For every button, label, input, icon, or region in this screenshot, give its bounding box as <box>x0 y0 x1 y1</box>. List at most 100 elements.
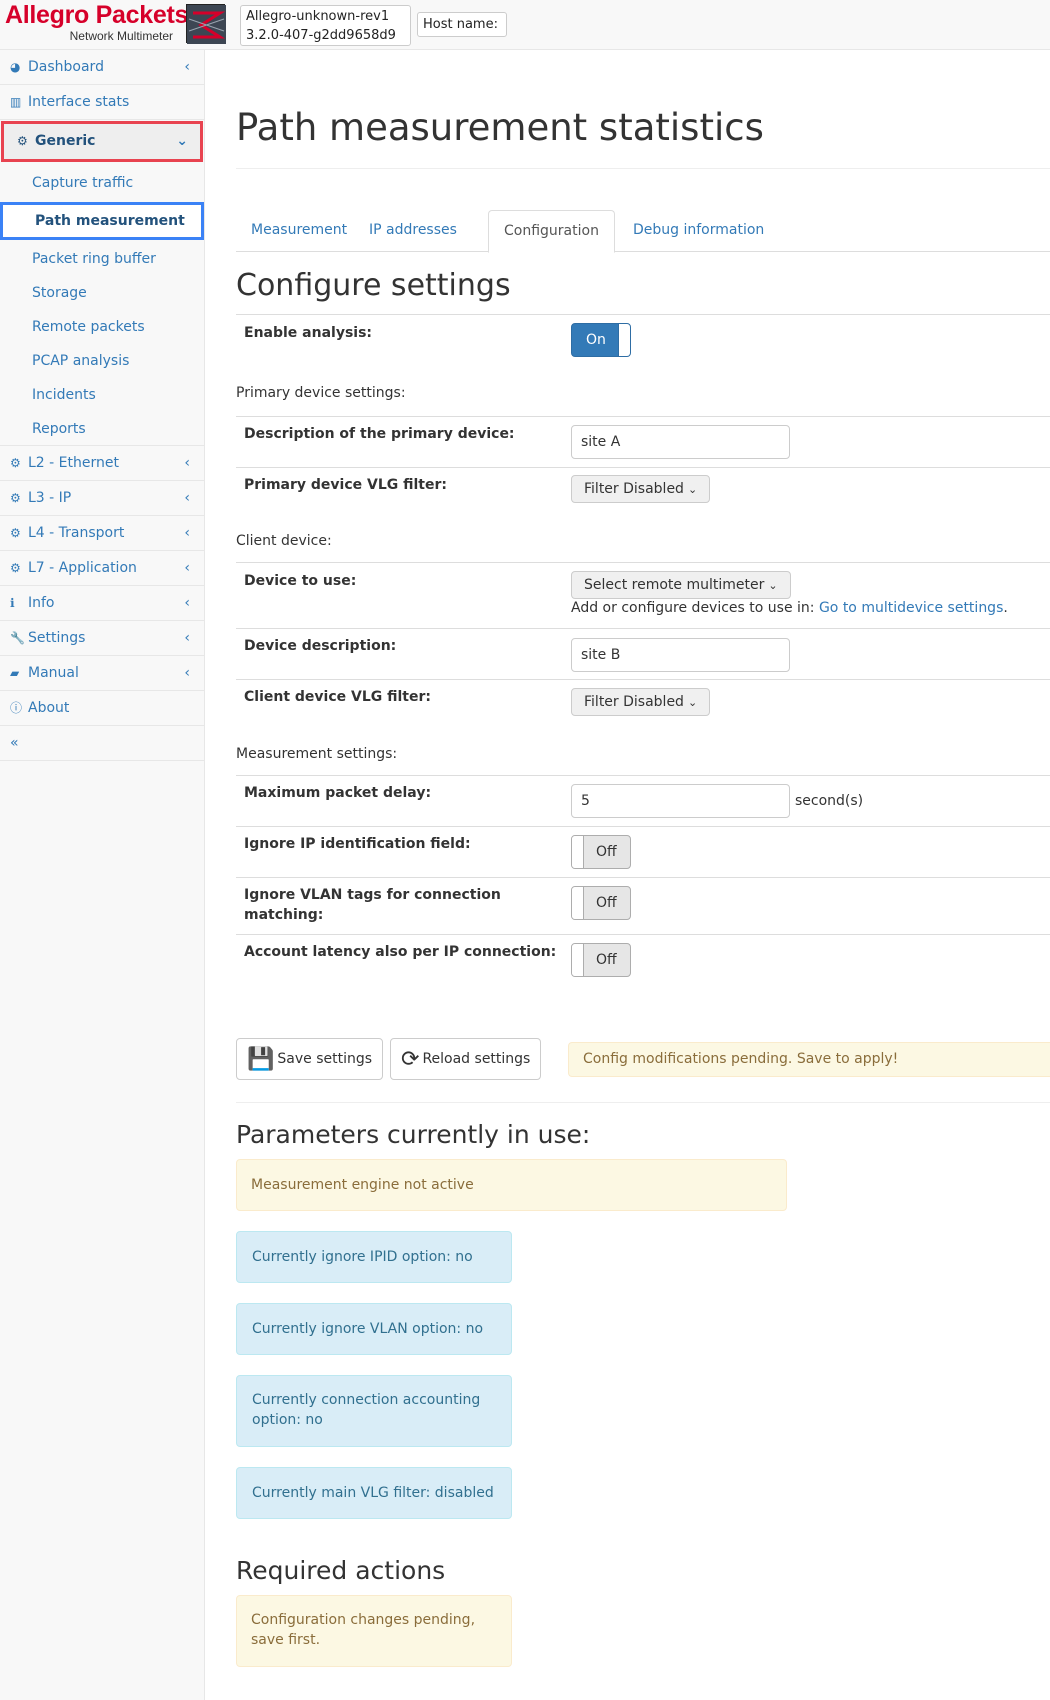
tab-measurement[interactable]: Measurement <box>236 210 362 252</box>
sidebar-subitem-incidents[interactable]: Incidents <box>0 378 204 412</box>
sidebar-item-label: L2 - Ethernet <box>28 455 119 471</box>
divider <box>236 679 1050 680</box>
sidebar-collapse-button[interactable]: « <box>0 726 204 761</box>
sidebar-item-label: L4 - Transport <box>28 525 125 541</box>
help-text: Add or configure devices to use in: <box>571 600 819 616</box>
sidebar-item-label: Generic <box>35 133 96 149</box>
remote-multimeter-dropdown[interactable]: Select remote multimeter ⌄ <box>571 571 791 599</box>
chevron-left-icon: ‹ <box>184 525 190 541</box>
gear-icon: ⚙ <box>10 526 21 540</box>
sidebar-item-label: Dashboard <box>28 59 104 75</box>
sidebar-item-l7-application[interactable]: ⚙ L7 - Application ‹ <box>0 551 204 586</box>
tab-configuration[interactable]: Configuration <box>488 210 615 253</box>
primary-desc-label: Description of the primary device: <box>244 426 515 442</box>
sidebar-subitem-remote-packets[interactable]: Remote packets <box>0 310 204 344</box>
divider <box>236 168 1050 169</box>
client-vlg-label: Client device VLG filter: <box>244 689 431 705</box>
toggle-state: Off <box>596 844 617 860</box>
required-actions-heading: Required actions <box>236 1556 446 1585</box>
gear-icon: ⚙ <box>10 456 21 470</box>
sidebar-subitem-capture-traffic[interactable]: Capture traffic <box>0 166 204 200</box>
client-vlg-filter-dropdown[interactable]: Filter Disabled ⌄ <box>571 688 711 716</box>
chevron-left-icon: ‹ <box>184 595 190 611</box>
floppy-disk-icon: 💾 <box>247 1047 275 1072</box>
vlg-filter-info: Currently main VLG filter: disabled <box>236 1467 512 1519</box>
chevron-down-icon: ⌄ <box>687 696 698 709</box>
toggle-knob <box>572 836 584 868</box>
divider <box>236 826 1050 827</box>
account-latency-label: Account latency also per IP connection: <box>244 944 557 960</box>
divider <box>236 416 1050 417</box>
ignore-ipid-label: Ignore IP identification field: <box>244 836 471 852</box>
sidebar-item-dashboard[interactable]: ◕ Dashboard ‹ <box>0 50 204 85</box>
book-icon: ▰ <box>10 666 20 680</box>
device-info: Allegro-unknown-rev1 3.2.0-407-g2dd9658d… <box>240 5 411 46</box>
device-to-use-label: Device to use: <box>244 573 357 589</box>
save-settings-button[interactable]: 💾 Save settings <box>236 1038 384 1080</box>
chevron-left-icon: ‹ <box>184 59 190 75</box>
sidebar-subitem-packet-ring-buffer[interactable]: Packet ring buffer <box>0 242 204 276</box>
divider <box>236 314 1050 315</box>
toggle-state: Off <box>596 895 617 911</box>
button-label: Reload settings <box>422 1051 531 1067</box>
device-help-text: Add or configure devices to use in: Go t… <box>571 600 1008 616</box>
vlan-option-info: Currently ignore VLAN option: no <box>236 1303 512 1355</box>
bar-chart-icon: ▥ <box>10 95 22 109</box>
device-description-input[interactable]: site B <box>571 638 790 672</box>
brand-subtitle: Network Multimeter <box>69 29 173 43</box>
divider <box>236 628 1050 629</box>
sidebar-item-info[interactable]: ℹ Info ‹ <box>0 586 204 621</box>
divider <box>236 877 1050 878</box>
tab-debug-information[interactable]: Debug information <box>618 210 779 252</box>
required-action-alert: Configuration changes pending, save firs… <box>236 1595 512 1667</box>
sidebar-subitem-pcap-analysis[interactable]: PCAP analysis <box>0 344 204 378</box>
sidebar-item-manual[interactable]: ▰ Manual ‹ <box>0 656 204 691</box>
sidebar-item-l3-ip[interactable]: ⚙ L3 - IP ‹ <box>0 481 204 516</box>
dropdown-value: Select remote multimeter <box>584 577 765 593</box>
ignore-vlan-label: Ignore VLAN tags for connection matching… <box>244 887 501 923</box>
divider <box>236 934 1050 935</box>
device-logo-icon <box>186 4 226 44</box>
dashboard-icon: ◕ <box>10 60 21 74</box>
refresh-icon: ⟳ <box>401 1047 420 1072</box>
primary-vlg-label: Primary device VLG filter: <box>244 477 447 493</box>
primary-vlg-filter-dropdown[interactable]: Filter Disabled ⌄ <box>571 475 711 503</box>
chevron-left-icon: ‹ <box>184 455 190 471</box>
max-packet-delay-input[interactable]: 5 <box>571 784 790 818</box>
toggle-knob <box>618 324 630 356</box>
sidebar-item-label: L3 - IP <box>28 490 72 506</box>
sidebar-item-interface-stats[interactable]: ▥ Interface stats <box>0 85 204 120</box>
sidebar-item-generic[interactable]: ⚙ Generic ⌄ <box>1 121 203 162</box>
button-label: Save settings <box>277 1051 373 1067</box>
sidebar: ◕ Dashboard ‹ ▥ Interface stats ⚙ Generic ⌄… <box>0 50 205 1700</box>
ignore-ipid-toggle[interactable]: Off <box>571 835 631 869</box>
sidebar-subitem-reports[interactable]: Reports <box>0 412 204 446</box>
top-navbar: Allegro Packets Network Multimeter Alleg… <box>0 0 1050 50</box>
brand-logo[interactable]: Allegro Packets Network Multimeter <box>5 1 188 45</box>
chevron-down-icon: ⌄ <box>768 579 778 592</box>
sidebar-subitem-path-measurement[interactable]: Path measurement <box>0 202 204 240</box>
reload-settings-button[interactable]: ⟳ Reload settings <box>390 1038 542 1080</box>
sidebar-item-about[interactable]: ⓘ About <box>0 691 204 726</box>
sidebar-item-l4-transport[interactable]: ⚙ L4 - Transport ‹ <box>0 516 204 551</box>
firmware-version: 3.2.0-407-g2dd9658d9 <box>246 28 396 43</box>
delay-unit: second(s) <box>795 793 864 809</box>
ignore-vlan-toggle[interactable]: Off <box>571 886 631 920</box>
info-circle-icon: ⓘ <box>10 701 23 715</box>
divider <box>236 467 1050 468</box>
chevron-left-icon: ‹ <box>184 560 190 576</box>
gear-icon: ⚙ <box>10 491 21 505</box>
primary-description-input[interactable]: site A <box>571 425 790 459</box>
toggle-state: Off <box>596 952 617 968</box>
account-latency-toggle[interactable]: Off <box>571 943 631 977</box>
multidevice-settings-link[interactable]: Go to multidevice settings <box>819 600 1003 616</box>
tab-ip-addresses[interactable]: IP addresses <box>354 210 472 252</box>
double-chevron-left-icon: « <box>10 735 19 751</box>
sidebar-subitem-storage[interactable]: Storage <box>0 276 204 310</box>
sidebar-item-l2-ethernet[interactable]: ⚙ L2 - Ethernet ‹ <box>0 446 204 481</box>
enable-analysis-toggle[interactable]: On <box>571 323 631 357</box>
chevron-down-icon: ⌄ <box>687 483 698 496</box>
sidebar-item-settings[interactable]: 🔧 Settings ‹ <box>0 621 204 656</box>
brand-name: Allegro Packets <box>5 1 189 29</box>
sidebar-item-label: Manual <box>28 665 79 681</box>
